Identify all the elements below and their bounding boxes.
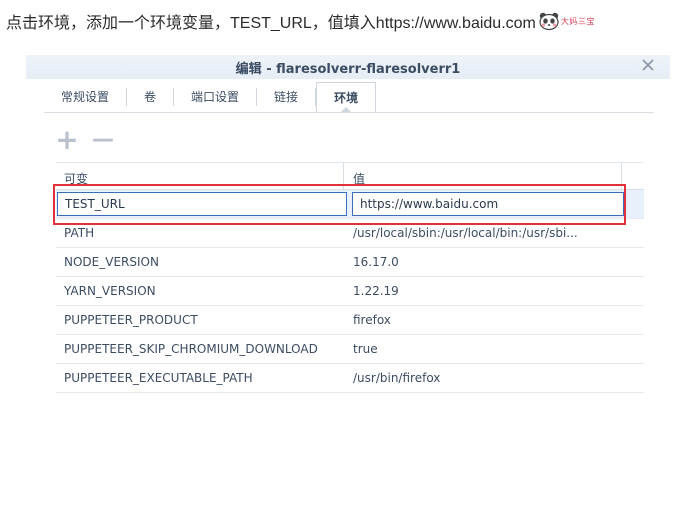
variable-name-input[interactable] — [57, 192, 347, 216]
instruction-text-line: 点击环境，添加一个环境变量，TEST_URL，值填入https://www.ba… — [6, 9, 595, 33]
close-icon — [642, 59, 654, 71]
variable-key: YARN_VERSION — [64, 284, 156, 298]
panda-sticker: 大妈三宝 — [538, 11, 595, 31]
tab-label: 端口设置 — [191, 89, 240, 104]
sticker-text: 大妈三宝 — [560, 16, 595, 26]
tab-volume[interactable]: 卷 — [127, 82, 173, 110]
column-header-value[interactable]: 值 — [344, 163, 622, 189]
variable-value-input[interactable] — [352, 192, 624, 216]
table-row-editing[interactable] — [56, 190, 644, 219]
table-row[interactable]: PATH /usr/local/sbin:/usr/local/bin:/usr… — [56, 219, 644, 248]
tab-links[interactable]: 链接 — [257, 82, 315, 110]
variable-value: 16.17.0 — [353, 255, 399, 269]
add-variable-button[interactable]: + — [54, 123, 80, 156]
close-button[interactable] — [638, 57, 658, 77]
dialog-titlebar: 编辑 - flaresolverr-flaresolverr1 — [26, 55, 670, 79]
editing-key-cell — [56, 190, 348, 218]
instruction-text: 点击环境，添加一个环境变量，TEST_URL，值填入https://www.ba… — [6, 15, 536, 32]
column-header-variable[interactable]: 可变 — [56, 163, 344, 189]
variable-value: 1.22.19 — [353, 284, 399, 298]
remove-variable-button[interactable]: — — [90, 126, 116, 152]
tab-label: 链接 — [274, 89, 299, 104]
panda-icon — [539, 12, 559, 31]
table-row[interactable]: PUPPETEER_PRODUCT firefox — [56, 306, 644, 335]
edit-dialog: 编辑 - flaresolverr-flaresolverr1 常规设置 卷 端… — [26, 55, 670, 400]
plus-icon: + — [55, 122, 79, 156]
variable-value: firefox — [353, 313, 391, 327]
tab-label: 卷 — [144, 89, 157, 104]
tab-general-settings[interactable]: 常规设置 — [44, 82, 126, 110]
env-variable-grid: 可变 值 PATH /usr/local/sbin:/usr/local/bin… — [56, 162, 644, 393]
tab-label: 环境 — [334, 91, 359, 105]
env-toolbar: + — — [54, 123, 126, 156]
variable-key: PUPPETEER_SKIP_CHROMIUM_DOWNLOAD — [64, 342, 318, 356]
tab-port-settings[interactable]: 端口设置 — [174, 82, 256, 110]
variable-value: /usr/local/sbin:/usr/local/bin:/usr/sbi.… — [353, 226, 578, 240]
dialog-title: 编辑 - flaresolverr-flaresolverr1 — [235, 61, 461, 77]
variable-key: PATH — [64, 226, 95, 240]
variable-value: true — [353, 342, 378, 356]
variable-value: /usr/bin/firefox — [353, 371, 441, 385]
variable-key: PUPPETEER_EXECUTABLE_PATH — [64, 371, 253, 385]
tab-bar: 常规设置 卷 端口设置 链接 环境 — [44, 82, 654, 113]
table-row[interactable]: YARN_VERSION 1.22.19 — [56, 277, 644, 306]
minus-icon: — — [92, 126, 114, 152]
table-row[interactable]: NODE_VERSION 16.17.0 — [56, 248, 644, 277]
editing-value-cell — [348, 190, 625, 218]
table-row[interactable]: PUPPETEER_SKIP_CHROMIUM_DOWNLOAD true — [56, 335, 644, 364]
variable-key: NODE_VERSION — [64, 255, 159, 269]
grid-header: 可变 值 — [56, 162, 644, 190]
table-row[interactable]: PUPPETEER_EXECUTABLE_PATH /usr/bin/firef… — [56, 364, 644, 393]
variable-key: PUPPETEER_PRODUCT — [64, 313, 198, 327]
tab-environment[interactable]: 环境 — [316, 82, 377, 112]
tab-label: 常规设置 — [61, 89, 110, 104]
